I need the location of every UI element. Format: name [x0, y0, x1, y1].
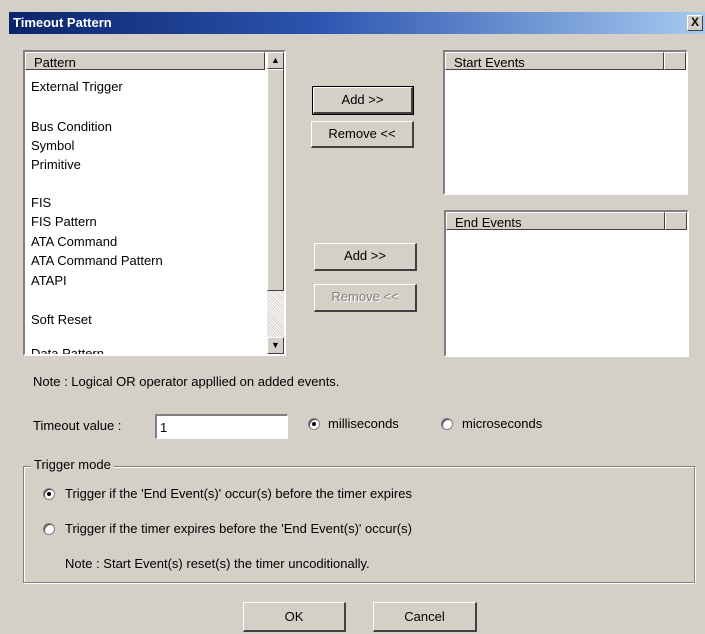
pattern-scrollbar[interactable]: ▲ ▼: [267, 52, 284, 354]
pattern-item-fis[interactable]: FIS: [31, 195, 51, 210]
pattern-item-data-pattern[interactable]: Data Pattern: [31, 346, 104, 354]
close-button[interactable]: X: [687, 15, 703, 31]
end-remove-button[interactable]: Remove <<: [314, 284, 417, 312]
trigger-note: Note : Start Event(s) reset(s) the timer…: [65, 556, 370, 571]
ok-button[interactable]: OK: [243, 602, 346, 632]
cancel-button[interactable]: Cancel: [373, 602, 477, 632]
scroll-down-icon[interactable]: ▼: [267, 337, 284, 354]
end-events-header-filler: [665, 212, 687, 230]
scroll-thumb[interactable]: [267, 69, 284, 291]
pattern-list[interactable]: Pattern External Trigger Bus Condition S…: [23, 50, 286, 356]
end-add-button[interactable]: Add >>: [314, 243, 417, 271]
pattern-item-ata-command-pattern[interactable]: ATA Command Pattern: [31, 253, 163, 268]
pattern-item-fis-pattern[interactable]: FIS Pattern: [31, 214, 97, 229]
window-title: Timeout Pattern: [13, 15, 112, 30]
microseconds-radio[interactable]: [441, 418, 453, 430]
start-events-header-filler: [664, 52, 686, 70]
pattern-item-ata-command[interactable]: ATA Command: [31, 234, 117, 249]
trigger-mode-label: Trigger mode: [31, 457, 114, 472]
start-events-list[interactable]: Start Events: [443, 50, 688, 195]
pattern-item-primitive[interactable]: Primitive: [31, 157, 81, 172]
milliseconds-label[interactable]: milliseconds: [328, 416, 399, 431]
microseconds-label[interactable]: microseconds: [462, 416, 542, 431]
timeout-label: Timeout value :: [33, 418, 122, 433]
start-remove-button[interactable]: Remove <<: [311, 121, 414, 148]
start-add-button[interactable]: Add >>: [312, 86, 414, 115]
pattern-item-bus-condition[interactable]: Bus Condition: [31, 119, 112, 134]
end-events-list[interactable]: End Events: [444, 210, 689, 357]
note-logical-or: Note : Logical OR operator appllied on a…: [33, 374, 340, 389]
pattern-column-header[interactable]: Pattern: [25, 52, 265, 70]
trigger-option2-label[interactable]: Trigger if the timer expires before the …: [65, 521, 412, 536]
title-bar: Timeout Pattern X: [9, 12, 705, 34]
trigger-option1-radio[interactable]: [43, 488, 55, 500]
trigger-option2-radio[interactable]: [43, 523, 55, 535]
scroll-up-icon[interactable]: ▲: [267, 52, 284, 69]
milliseconds-radio[interactable]: [308, 418, 320, 430]
start-events-column-header[interactable]: Start Events: [445, 52, 664, 70]
pattern-item-soft-reset[interactable]: Soft Reset: [31, 312, 92, 327]
pattern-item-symbol[interactable]: Symbol: [31, 138, 74, 153]
trigger-option1-label[interactable]: Trigger if the 'End Event(s)' occur(s) b…: [65, 486, 412, 501]
timeout-value-input[interactable]: [155, 414, 288, 439]
pattern-item-atapi[interactable]: ATAPI: [31, 273, 67, 288]
pattern-item-external-trigger[interactable]: External Trigger: [31, 79, 123, 94]
end-events-column-header[interactable]: End Events: [446, 212, 665, 230]
